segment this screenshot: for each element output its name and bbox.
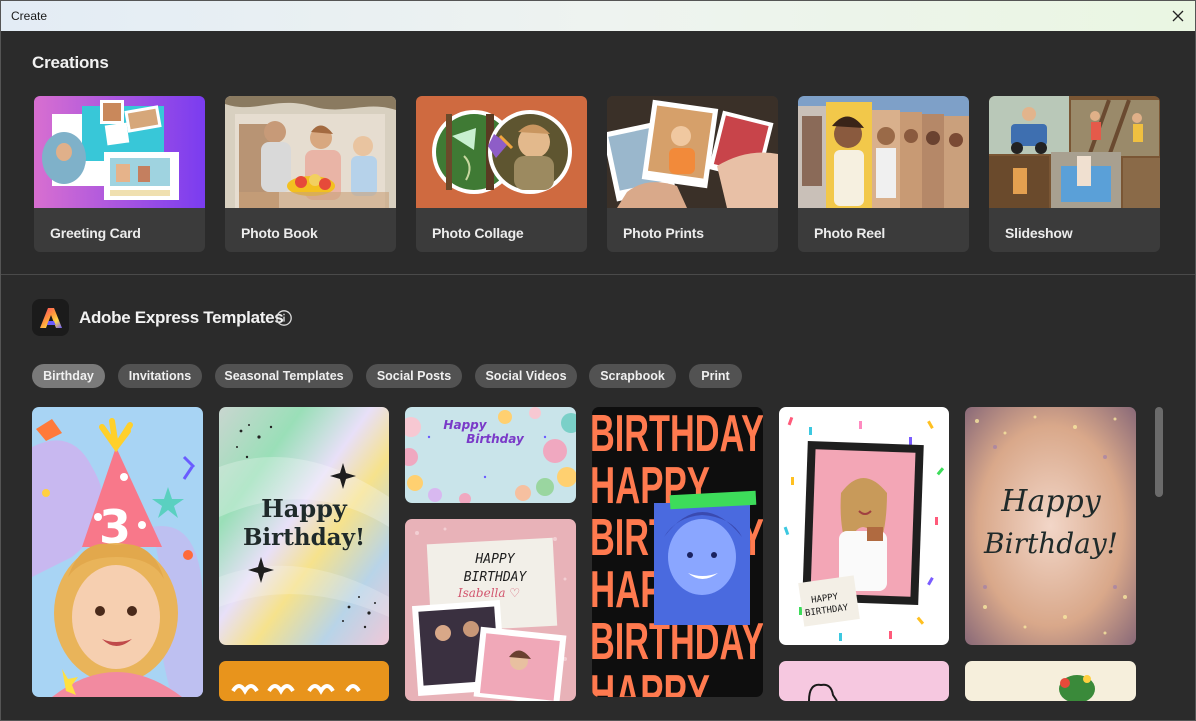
card-text-line1: Happy [261,494,348,523]
template-card-cream-partial[interactable] [965,661,1136,701]
template-card-pink-glitter[interactable]: HAPPY BIRTHDAY Isabella ♡ [405,519,576,701]
tile-label: Photo Collage [432,225,524,241]
card-text-line2: Birthday! [983,527,1118,560]
tile-label: Greeting Card [50,225,141,241]
card-text-line2: Birthday [466,432,525,446]
title-bar: Create [1,1,1195,31]
tile-label: Slideshow [1005,225,1073,241]
card-text-line1: Happy [1000,484,1101,519]
photo-prints-tile[interactable]: Photo Prints [607,96,778,252]
photo-prints-thumbnail [607,96,778,208]
template-card-balloons[interactable]: Happy Birthday [405,407,576,503]
window-title: Create [11,9,48,23]
card-text-line2: BIRTHDAY [464,570,528,585]
tile-label: Photo Reel [814,225,886,241]
filter-chip-invitations[interactable]: Invitations [118,364,202,388]
info-icon[interactable] [275,309,293,327]
template-card-glitter[interactable]: Happy Birthday! [965,407,1136,645]
template-card-orange[interactable] [219,661,389,701]
scrollbar-thumb[interactable] [1155,407,1163,497]
template-card-typographic[interactable]: BIRTHDAY HAPPY BIRTHDAY HAPPY BIRTHDAY H… [592,407,763,697]
create-dialog: Create Creations Greeting Card Photo Boo… [0,0,1196,721]
template-card-holographic[interactable]: Happy Birthday! [219,407,389,645]
card-text-line1: Happy [443,418,487,432]
template-card-pink-partial[interactable] [779,661,949,701]
photo-reel-thumbnail [798,96,969,208]
greeting-card-tile[interactable]: Greeting Card [34,96,205,252]
filter-chip-social-videos[interactable]: Social Videos [475,364,577,388]
templates-heading: Adobe Express Templates [79,308,284,327]
section-divider [1,274,1195,275]
template-card-confetti[interactable]: HAPPY BIRTHDAY [779,407,949,645]
slideshow-tile[interactable]: Slideshow [989,96,1160,252]
filter-chip-scrapbook[interactable]: Scrapbook [589,364,676,388]
filter-chip-birthday[interactable]: Birthday [32,364,105,388]
tile-label: Photo Prints [623,225,704,241]
photo-book-thumbnail [225,96,396,208]
tile-label: Photo Book [241,225,318,241]
close-button[interactable] [1159,1,1195,31]
photo-collage-thumbnail [416,96,587,208]
type-line-6: HAPPY [592,665,710,697]
photo-collage-tile[interactable]: Photo Collage [416,96,587,252]
greeting-card-thumbnail [34,96,205,208]
adobe-express-logo [32,299,69,336]
slideshow-thumbnail [989,96,1160,208]
type-line-1: BIRTHDAY [592,407,763,463]
template-card-kids-birthday[interactable]: 3 [32,407,203,697]
card-name: Isabella ♡ [457,586,520,600]
filter-chip-social-posts[interactable]: Social Posts [366,364,462,388]
photo-book-tile[interactable]: Photo Book [225,96,396,252]
adobe-express-icon [39,307,62,328]
photo-reel-tile[interactable]: Photo Reel [798,96,969,252]
close-icon [1172,10,1184,22]
filter-chip-seasonal-templates[interactable]: Seasonal Templates [215,364,353,388]
card-text-line1: HAPPY [474,552,515,567]
card-text-line2: Birthday! [243,524,365,551]
filter-chip-print[interactable]: Print [689,364,742,388]
creations-heading: Creations [32,53,109,72]
